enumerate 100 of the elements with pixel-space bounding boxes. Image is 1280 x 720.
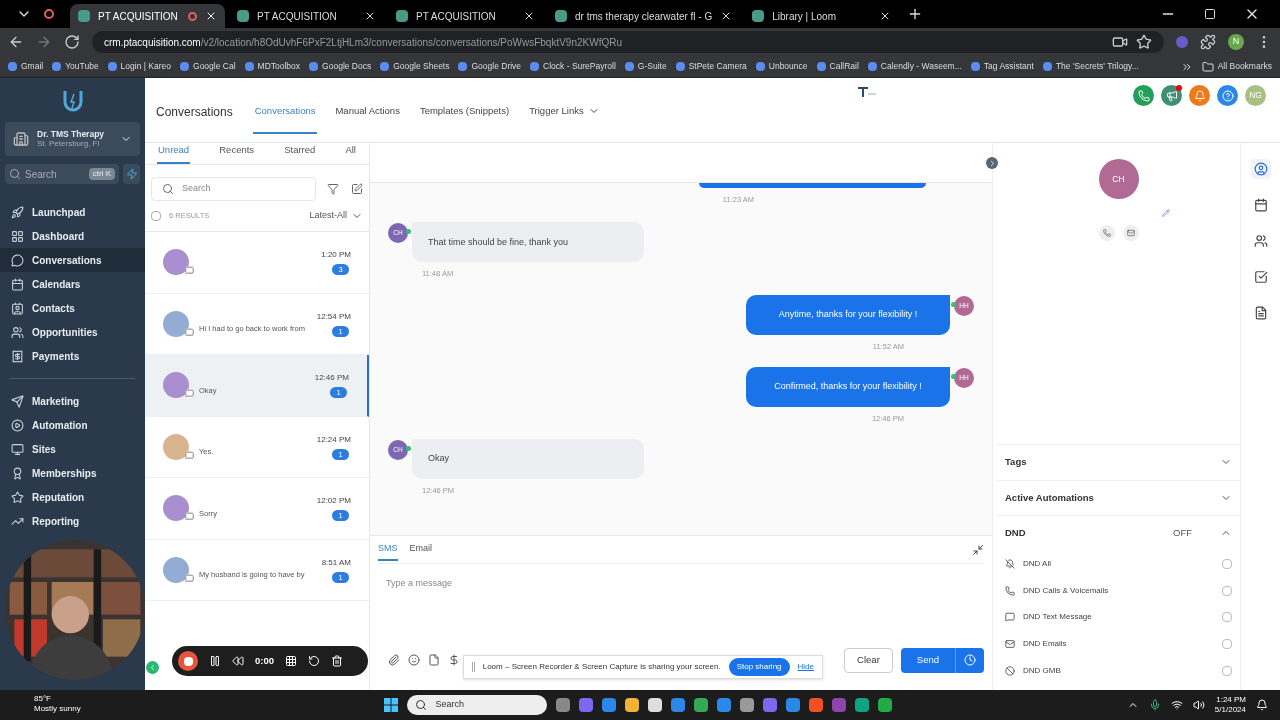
people-icon[interactable] — [1253, 234, 1268, 248]
channel-tab[interactable]: Email — [409, 537, 433, 562]
bookmark[interactable]: Tag Assistant — [970, 60, 1034, 73]
nav-item[interactable]: Automation — [0, 413, 145, 437]
notification-bell-icon[interactable] — [1256, 699, 1268, 711]
announcement-button[interactable] — [1161, 85, 1182, 106]
bookmark[interactable]: MDToolbox — [244, 60, 301, 73]
camera-icon[interactable] — [1112, 34, 1128, 50]
taskbar-app-icon[interactable] — [694, 698, 709, 712]
list-tab[interactable]: Starred — [283, 142, 317, 164]
taskbar-app-icon[interactable] — [648, 698, 663, 712]
taskbar-app-icon[interactable] — [855, 698, 870, 712]
all-bookmarks[interactable]: All Bookmarks — [1201, 60, 1272, 73]
browser-tab[interactable]: PT ACQUISITION — [229, 4, 384, 28]
header-tab[interactable]: Manual Actions — [333, 103, 402, 134]
taskbar-search-field[interactable]: Search — [407, 695, 548, 715]
compose-icon[interactable] — [351, 183, 363, 195]
bookmark[interactable]: Clock - SurePayroll — [530, 60, 616, 73]
nav-item[interactable]: Launchpad — [0, 200, 145, 224]
select-all-checkbox[interactable] — [151, 211, 161, 221]
browser-tab[interactable]: dr tms therapy clearwater fl - G — [547, 4, 741, 28]
bookmark[interactable]: Google Docs — [309, 60, 372, 73]
attachment-icon[interactable] — [388, 654, 400, 666]
channel-tab[interactable]: SMS — [378, 537, 398, 562]
dnd-checkbox[interactable] — [1222, 639, 1232, 650]
nav-item[interactable]: Payments — [0, 344, 145, 368]
back-icon[interactable] — [8, 34, 24, 50]
pause-icon[interactable] — [209, 655, 221, 667]
call-button[interactable] — [1098, 225, 1115, 241]
dnd-checkbox[interactable] — [1222, 612, 1232, 623]
close-icon[interactable] — [205, 10, 217, 22]
dnd-checkbox[interactable] — [1222, 585, 1232, 596]
clear-button[interactable]: Clear — [844, 647, 893, 673]
grid-icon[interactable] — [285, 655, 297, 667]
microphone-icon[interactable] — [1148, 699, 1161, 711]
nav-item[interactable]: Opportunities — [0, 320, 145, 344]
nav-item[interactable]: Reporting — [0, 509, 145, 533]
bookmark[interactable]: Calendly - Waseem... — [867, 60, 962, 73]
header-tab[interactable]: Conversations — [252, 103, 318, 134]
email-button[interactable] — [1122, 225, 1139, 241]
bookmark[interactable]: CallRail — [816, 60, 859, 73]
sidebar-search-field[interactable]: Search ctrl K — [5, 164, 119, 184]
rewind-icon[interactable] — [232, 655, 244, 667]
bookmark[interactable]: Gmail — [8, 60, 44, 73]
calendar-icon[interactable] — [1253, 198, 1268, 212]
address-bar[interactable]: crm.ptacquisition.com/v2/location/h8OdUvhF6PxF2LtjHLm3/conversations/conversations/PoWwsFbqktV9n2KWfQRu — [92, 31, 1164, 53]
bookmark[interactable]: Google Cal — [180, 60, 236, 73]
bookmark[interactable]: StPete Camera — [675, 60, 747, 73]
close-icon[interactable] — [523, 10, 535, 22]
stop-sharing-button[interactable]: Stop sharing — [728, 658, 790, 676]
bookmark[interactable]: The 'Secrets' Trilogy... — [1042, 60, 1139, 73]
bookmark[interactable]: Google Sheets — [380, 60, 450, 73]
bookmark[interactable]: YouTube — [52, 60, 99, 73]
nav-item[interactable]: Calendars — [0, 272, 145, 296]
person-icon[interactable] — [1253, 162, 1268, 176]
restart-icon[interactable] — [308, 655, 320, 667]
emoji-icon[interactable] — [408, 654, 420, 666]
bookmark[interactable]: Login | Kareo — [107, 60, 172, 73]
nav-item[interactable]: Sites — [0, 437, 145, 461]
extensions-icon[interactable] — [1200, 34, 1216, 50]
bookmark[interactable]: G-Suite — [624, 60, 667, 73]
wifi-icon[interactable] — [1170, 699, 1183, 711]
quick-action-button[interactable] — [123, 164, 140, 184]
nav-item[interactable]: Memberships — [0, 461, 145, 485]
bookmark[interactable]: Google Drive — [458, 60, 522, 73]
collapse-controls-button[interactable] — [146, 661, 159, 674]
header-tab[interactable]: Trigger Links — [527, 103, 602, 134]
list-tab[interactable]: Recents — [218, 142, 256, 164]
forward-icon[interactable] — [36, 34, 52, 50]
notifications-button[interactable] — [1189, 85, 1210, 106]
task-icon[interactable] — [1253, 270, 1268, 284]
collapse-icon[interactable] — [972, 543, 984, 556]
bookmark-star-icon[interactable] — [1136, 34, 1152, 50]
list-tab[interactable]: All — [344, 142, 357, 164]
payment-icon[interactable] — [448, 654, 460, 666]
document-icon[interactable] — [1253, 306, 1268, 320]
delete-icon[interactable] — [331, 655, 343, 667]
account-switcher[interactable]: Dr. TMS Therapy St. Petersburg, Fl — [5, 122, 140, 156]
browser-tab[interactable]: PT ACQUISITION — [388, 4, 543, 28]
list-tab[interactable]: Unread — [157, 142, 191, 164]
volume-icon[interactable] — [1192, 699, 1205, 711]
schedule-button[interactable] — [955, 647, 984, 673]
header-tab[interactable]: Templates (Snippets) — [417, 103, 512, 134]
close-icon[interactable] — [364, 10, 376, 22]
restore-icon[interactable] — [1204, 8, 1216, 20]
drag-handle-icon[interactable] — [472, 662, 475, 672]
conversation-search-field[interactable]: Search — [151, 177, 316, 201]
nav-item[interactable]: Marketing — [0, 389, 145, 413]
sort-dropdown[interactable]: Latest-All — [309, 209, 363, 223]
windows-start-icon[interactable] — [384, 698, 399, 712]
bookmark[interactable]: Unbounce — [755, 60, 808, 73]
taskbar-app-icon[interactable] — [625, 698, 640, 712]
dnd-checkbox[interactable] — [1222, 558, 1232, 569]
browser-tab[interactable]: PT ACQUISITION — [70, 4, 225, 28]
reload-icon[interactable] — [64, 34, 80, 50]
taskbar-app-icon[interactable] — [878, 698, 893, 712]
help-button[interactable] — [1217, 85, 1238, 106]
hide-link[interactable]: Hide — [797, 661, 814, 673]
filter-icon[interactable] — [327, 183, 339, 195]
collapse-panel-button[interactable] — [986, 157, 998, 169]
